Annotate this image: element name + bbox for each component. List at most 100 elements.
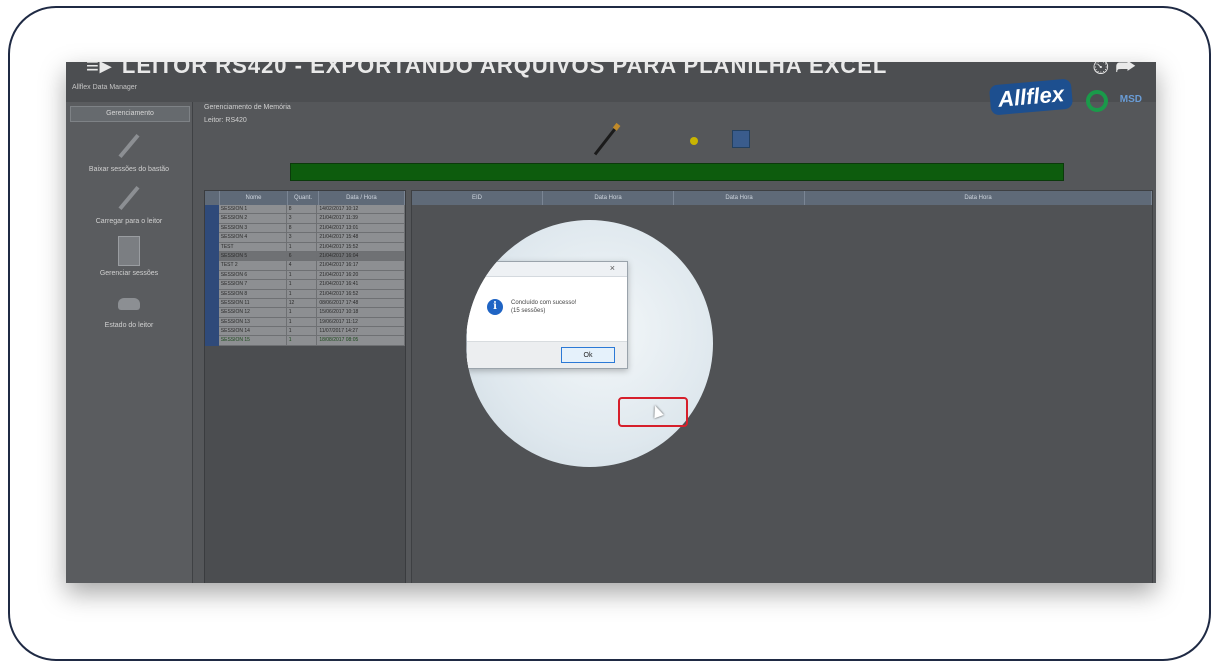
table-cell: 8 [286,223,318,234]
table-cell: 14/02/2017 10:12 [317,205,405,215]
column-header-name[interactable]: Nome [220,191,289,205]
table-row[interactable]: SESSION 8 1 21/04/2017 16:52 [205,289,405,299]
column-header-datetime-2[interactable]: Data Hora [674,191,805,205]
row-selector[interactable] [205,317,219,328]
table-cell: 21/04/2017 16:17 [317,261,405,271]
row-selector[interactable] [205,214,219,224]
table-cell: 11/07/2017 14:27 [317,327,405,337]
table-cell: TEST [218,242,287,252]
table-row[interactable]: TEST 2 4 21/04/2017 16:17 [205,261,405,271]
document-icon [118,236,140,266]
zoom-spotlight: Exportar × i Concluído com sucesso! (15 … [466,220,713,467]
table-cell: 21/04/2017 15:52 [317,242,405,252]
select-column-header [205,191,220,205]
table-cell: 21/04/2017 11:39 [317,214,405,224]
row-selector[interactable] [205,242,219,252]
table-cell: 21/04/2017 15:48 [317,233,405,243]
table-cell: SESSION 11 [218,298,287,309]
table-cell: 3 [286,233,318,243]
row-selector[interactable] [205,233,219,243]
left-panel-item-label: Carregar para o leitor [95,218,163,225]
video-title: ≡▸ LEITOR RS420 - EXPORTANDO ARQUIVOS PAR… [86,62,887,79]
left-panel-item-sessions[interactable]: Gerenciar sessões [66,236,192,277]
column-header-eid[interactable]: EID [412,191,543,205]
row-selector[interactable] [205,308,219,318]
table-row[interactable]: SESSION 11 12 08/06/2017 17:48 [205,298,405,309]
row-selector[interactable] [205,223,219,234]
table-row[interactable]: SESSION 6 1 21/04/2017 16:20 [205,270,405,281]
row-selector[interactable] [205,298,219,309]
table-cell: 1 [286,289,318,299]
sessions-table-header: Nome Quant. Data / Hora [205,191,405,205]
table-row[interactable]: SESSION 5 6 21/04/2017 16:04 [205,251,405,262]
export-dialog: Exportar × i Concluído com sucesso! (15 … [466,261,628,369]
table-cell: 1 [286,270,318,281]
ok-button[interactable]: Ok [561,347,615,363]
table-cell: SESSION 5 [218,251,287,262]
table-row[interactable]: SESSION 15 1 18/08/2017 08:05 [205,336,405,346]
table-cell: SESSION 14 [218,327,287,337]
table-row[interactable]: SESSION 13 1 19/06/2017 11:12 [205,317,405,328]
memory-info: Gerenciamento de Memória Leitor: RS420 [204,104,291,124]
records-table-header: EID Data Hora Data Hora Data Hora [412,191,1152,205]
table-cell: 21/04/2017 16:52 [317,289,405,299]
video-overlay-icons[interactable]: ⏲ ➦ [1092,62,1136,80]
table-row[interactable]: SESSION 12 1 15/06/2017 10:18 [205,308,405,318]
left-panel-item-upload[interactable]: Carregar para o leitor [66,184,192,225]
left-panel-header: Gerenciamento [70,106,190,122]
table-row[interactable]: SESSION 2 3 21/04/2017 11:39 [205,214,405,224]
table-row[interactable]: SESSION 1 8 14/02/2017 10:12 [205,205,405,215]
table-cell: 1 [286,308,318,318]
allflex-logo: Allflex [988,78,1074,116]
table-cell: TEST 2 [218,261,287,271]
row-selector[interactable] [205,336,219,346]
row-selector[interactable] [205,280,219,290]
table-row[interactable]: SESSION 4 3 21/04/2017 15:48 [205,233,405,243]
hand-icon [114,288,144,318]
row-selector[interactable] [205,261,219,271]
row-selector[interactable] [205,205,219,215]
column-header-count[interactable]: Quant. [288,191,319,205]
dialog-title: Exportar [470,264,493,270]
table-row[interactable]: TEST 1 21/04/2017 15:52 [205,242,405,252]
table-cell: 3 [286,214,318,224]
left-panel-item-label: Estado do leitor [104,322,154,329]
table-cell: SESSION 15 [218,336,287,346]
left-panel-item-download[interactable]: Baixar sessões do bastão [66,132,192,173]
column-header-datetime-1[interactable]: Data Hora [543,191,674,205]
row-selector[interactable] [205,289,219,299]
row-selector[interactable] [205,270,219,281]
close-icon[interactable]: × [610,263,615,273]
dialog-footer: Ok [467,341,627,368]
table-cell: 6 [286,251,318,262]
table-cell: SESSION 6 [218,270,287,281]
reader-serial: Leitor: RS420 [204,117,247,124]
progress-bar [290,163,1064,181]
stylus-tool-icon[interactable] [593,126,618,156]
toolbar [586,124,766,156]
stylus-icon [114,184,144,214]
table-row[interactable]: SESSION 7 1 21/04/2017 16:41 [205,280,405,290]
table-cell: 1 [286,327,318,337]
stylus-icon [114,132,144,162]
table-cell: 21/04/2017 16:41 [317,280,405,290]
table-cell: SESSION 3 [218,223,287,234]
table-row[interactable]: SESSION 14 1 11/07/2017 14:27 [205,327,405,337]
dialog-message-line-2: (15 sessões) [511,308,546,314]
row-selector[interactable] [205,327,219,337]
msd-logo-icon [1086,90,1108,112]
status-dot-icon [690,137,698,145]
table-cell: 4 [286,261,318,271]
table-cell: 1 [286,280,318,290]
row-selector[interactable] [205,251,219,262]
left-panel-item-status[interactable]: Estado do leitor [66,288,192,329]
column-header-datetime[interactable]: Data / Hora [319,191,405,205]
table-row[interactable]: SESSION 3 8 21/04/2017 13:01 [205,223,405,234]
playlist-play-icon[interactable]: ≡▸ [86,62,112,78]
left-panel: Gerenciamento Baixar sessões do bastão C… [66,102,193,583]
video-title-text: LEITOR RS420 - EXPORTANDO ARQUIVOS PARA … [121,62,888,78]
save-icon[interactable] [732,130,750,148]
column-header-datetime-3[interactable]: Data Hora [805,191,1152,205]
dialog-titlebar: Exportar × [467,262,627,277]
table-cell: SESSION 12 [218,308,287,318]
